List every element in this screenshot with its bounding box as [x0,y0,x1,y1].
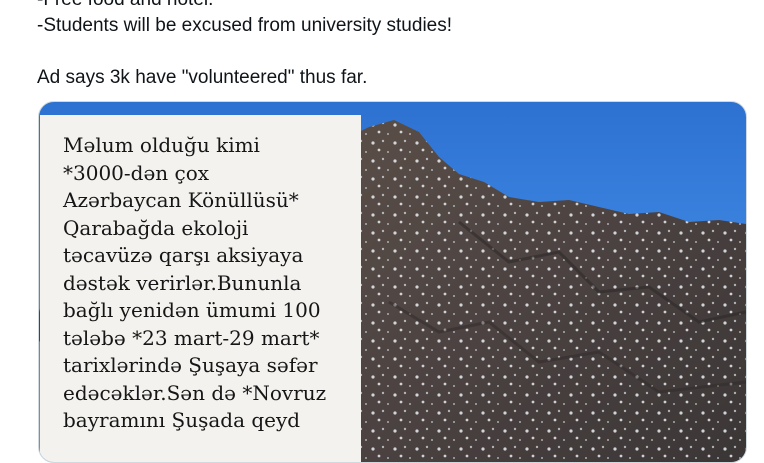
tweet-line-volunteered: Ad says 3k have "volunteered" thus far. [37,67,368,88]
ad-text-line: *3000-dən çox [63,160,210,185]
tweet-line-excused: -Students will be excused from universit… [37,15,453,36]
ad-text-line: edəcəklər.Sən də *Novruz [63,380,327,405]
tweet-line-food: -Free food and hotel. [37,0,737,13]
ad-text-line: Məlum olduğu kimi [63,133,260,157]
ad-text-line: tarixlərində Şuşaya səfər [63,353,318,377]
ad-text-line: təcavüzə qarşı aksiyaya [63,243,304,267]
ad-text-line: Qarabağda ekoloji [63,215,249,240]
ad-text: Məlum olduğu kimi *3000-dən çox Azərbayc… [63,132,363,435]
ad-text-line: tələbə *23 mart-29 mart* [63,325,320,350]
ad-text-line: Azərbaycan Könüllüsü* [63,188,299,212]
ad-text-line: bayramını Şuşada qeyd [63,408,301,432]
tweet-line-gap [37,39,737,65]
ad-text-line: bağlı yenidən ümumi 100 [63,298,321,322]
ad-text-card: Məlum olduğu kimi *3000-dən çox Azərbayc… [40,115,363,462]
ad-text-line: dəstək verirlər.Bununla [63,270,302,295]
tweet-text: -Free food and hotel. -Students will be … [37,0,737,91]
tweet-media-image[interactable]: Məlum olduğu kimi *3000-dən çox Azərbayc… [38,101,747,463]
